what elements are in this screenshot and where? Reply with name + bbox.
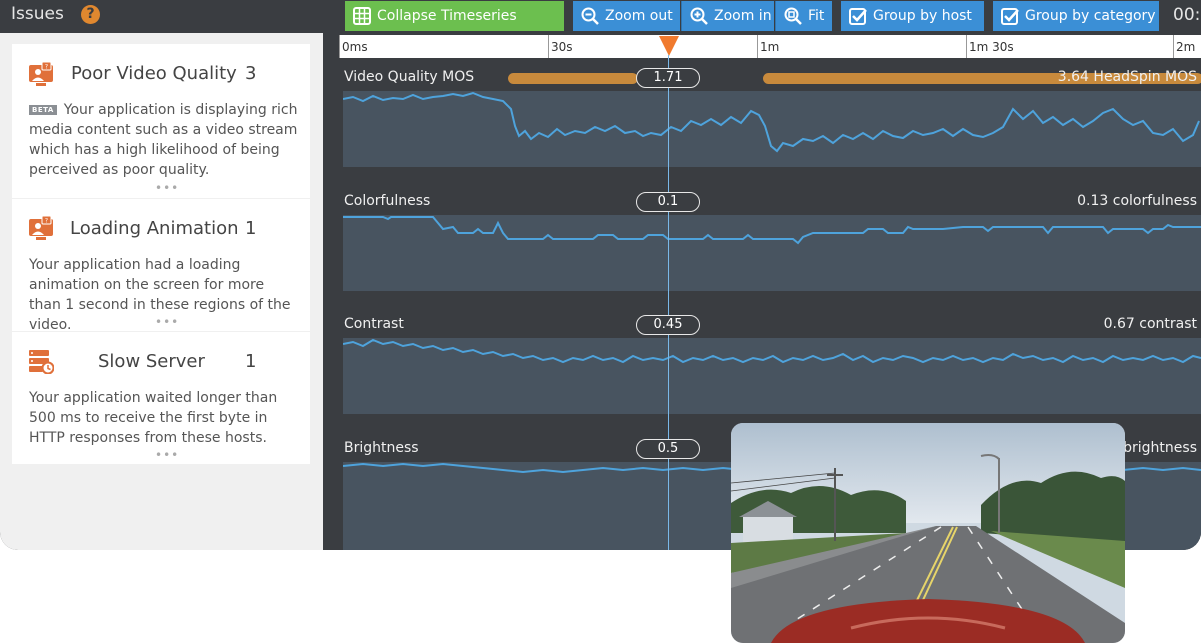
track-video-quality-mos: Video Quality MOS 3.64 HeadSpin MOS 1.71 [343,68,1201,177]
group-by-host-button[interactable]: Group by host [841,1,984,31]
playhead-line[interactable] [668,55,669,550]
issue-title: Loading Animation [70,218,239,239]
ruler-tick: 2m [1176,40,1196,54]
issue-title: Slow Server [98,351,205,372]
zoom-in-button[interactable]: Zoom in [681,1,774,31]
group-by-category-label: Group by category [1025,8,1156,24]
issue-count: 1 [245,218,257,239]
ruler-tick-line [339,35,340,58]
track-contrast: Contrast 0.67 contrast 0.45 [343,315,1201,416]
time-ruler[interactable]: 0ms 30s 1m 1m 30s 2m [339,35,1201,58]
ruler-tick: 0ms [342,40,368,54]
ruler-tick: 30s [551,40,573,54]
zoom-in-label: Zoom in [714,8,772,24]
issue-description: BETA Your application is displaying rich … [29,100,299,180]
zoom-out-icon [581,7,599,25]
ruler-tick-line [548,35,549,58]
track-right-label: 0.67 contrast [1103,316,1197,332]
issue-count: 3 [245,63,257,84]
road-scene-image [731,423,1125,643]
issues-title: Issues [11,4,64,24]
video-quality-icon: ? [29,61,53,86]
more-dots[interactable]: ••• [155,448,179,462]
issue-description: Your application waited longer than 500 … [29,390,278,446]
issue-card-poor-video-quality[interactable]: ? Poor Video Quality 3 BETA Your applicat… [12,44,310,198]
video-thumbnail[interactable] [731,423,1125,643]
svg-text:?: ? [45,218,48,225]
series-line [343,91,1200,153]
zoom-out-label: Zoom out [605,8,673,24]
series-line [343,216,1201,245]
zoom-fit-icon [784,7,802,25]
issue-card-slow-server[interactable]: Slow Server 1 Your application waited lo… [12,332,310,464]
track-colorfulness: Colorfulness 0.13 colorfulness 0.1 [343,192,1201,293]
time-readout: 00: [1173,5,1201,25]
group-by-host-label: Group by host [873,8,972,24]
issue-card-loading-animation[interactable]: ? Loading Animation 1 Your application h… [12,199,310,333]
zoom-in-icon [690,7,708,25]
track-right-label: 3.64 HeadSpin MOS [1057,69,1197,85]
current-value-pill: 0.45 [636,315,700,335]
svg-text:?: ? [45,64,48,71]
checkbox-checked-icon [849,8,867,25]
ruler-tick: 1m 30s [969,40,1014,54]
ruler-tick-line [966,35,967,58]
slow-server-icon [29,350,54,374]
fit-button[interactable]: Fit [775,1,832,31]
series-line [343,338,1201,364]
track-label: Brightness [344,440,419,456]
track-right-label: 0.13 colorfulness [1077,193,1197,209]
more-dots[interactable]: ••• [155,315,179,329]
track-label: Video Quality MOS [344,69,475,85]
collapse-timeseries-label: Collapse Timeseries [377,8,517,24]
current-value-pill: 1.71 [636,68,700,88]
collapse-timeseries-button[interactable]: Collapse Timeseries [345,1,564,31]
beta-badge: BETA [29,105,57,115]
more-dots[interactable]: ••• [155,181,179,195]
track-label: Contrast [344,316,404,332]
help-icon[interactable]: ? [81,5,100,24]
issue-count: 1 [245,351,257,372]
issues-sidebar: ? Poor Video Quality 3 BETA Your applicat… [0,33,323,550]
issue-title: Poor Video Quality [71,63,237,84]
playhead-marker-icon[interactable] [659,36,679,56]
top-bar: Issues ? Collapse Timeseries Zoom out Zo… [0,0,1201,33]
group-by-category-button[interactable]: Group by category [993,1,1159,31]
zoom-out-button[interactable]: Zoom out [573,1,680,31]
track-label: Colorfulness [344,193,431,209]
grid-icon [353,7,371,25]
issue-description-text: Your application is displaying rich medi… [29,102,298,178]
ruler-tick-line [757,35,758,58]
fit-label: Fit [808,8,825,24]
checkbox-checked-icon [1001,8,1019,25]
current-value-pill: 0.1 [636,192,700,212]
mos-range-bar[interactable] [508,73,638,84]
loading-animation-icon: ? [29,215,53,240]
ruler-tick: 1m [760,40,780,54]
current-value-pill: 0.5 [636,439,700,459]
ruler-tick-line [1173,35,1174,58]
